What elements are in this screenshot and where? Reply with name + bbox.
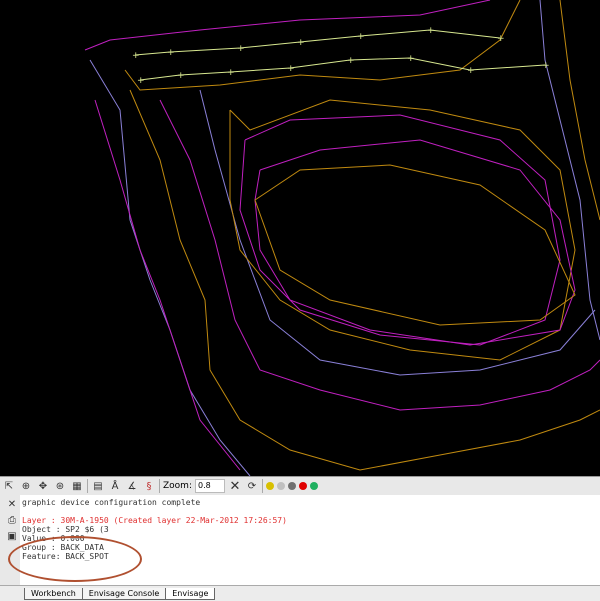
contour-line [159, 99, 600, 411]
clear-icon[interactable]: ✕ [228, 479, 242, 494]
contour-line [94, 99, 241, 471]
pan-icon[interactable]: ⊕ [19, 479, 33, 493]
zoom-input[interactable]: 0.8 [194, 479, 225, 493]
contour-line [199, 89, 596, 376]
zoom-extent-icon[interactable]: ⊛ [53, 479, 67, 493]
zoom-label: Zoom: [163, 481, 192, 491]
console-line: Value : 0.000 [22, 534, 85, 543]
survey-point-marker: + [427, 26, 435, 36]
contour-line [239, 114, 561, 346]
refresh-icon[interactable]: ⟳ [245, 479, 259, 493]
contour-line [254, 164, 576, 326]
survey-point-marker: + [357, 32, 365, 42]
survey-point-marker: + [347, 56, 355, 66]
survey-point-marker: + [137, 76, 145, 86]
survey-point-marker: + [542, 61, 550, 71]
contour-line [129, 89, 600, 471]
contour-line [539, 0, 600, 341]
survey-point-marker: + [237, 44, 245, 54]
map-viewport[interactable]: + + + + + + + + + + + + + + + [0, 0, 600, 476]
contour-line [559, 0, 600, 221]
red-status-button[interactable] [298, 482, 307, 490]
console-side-toolbar: ✕ ⎙ ▣ [0, 495, 20, 585]
survey-point-marker: + [167, 48, 175, 58]
survey-point-marker: + [227, 68, 235, 78]
survey-point-marker: + [467, 66, 475, 76]
save-icon[interactable]: ▣ [5, 529, 19, 543]
survey-line [134, 29, 501, 56]
grid-icon[interactable]: ▦ [70, 479, 84, 493]
survey-point-marker: + [132, 51, 140, 61]
survey-point-marker: + [287, 64, 295, 74]
select-icon[interactable]: ⇱ [2, 479, 16, 493]
console-line: Group : BACK_DATA [22, 543, 104, 552]
toolbar: ⇱ ⊕ ✥ ⊛ ▦ ▤ Å ∡ § Zoom: 0.8 ✕ ⟳ [0, 476, 600, 495]
close-icon[interactable]: ✕ [5, 497, 19, 511]
console-line: graphic device configuration complete [22, 498, 201, 507]
console-line: Feature: BACK_SPOT [22, 552, 109, 561]
console-output: graphic device configuration complete La… [20, 495, 600, 585]
light-grey-status-button[interactable] [276, 482, 285, 490]
angle-icon[interactable]: ∡ [125, 479, 139, 493]
survey-point-marker: + [497, 34, 505, 44]
tab-bar: Workbench Envisage Console Envisage [0, 585, 600, 601]
yellow-status-button[interactable] [265, 482, 274, 490]
console-line: Object : SP2 $6 (3 [22, 525, 109, 534]
tab-envisage[interactable]: Envisage [165, 587, 216, 600]
contour-line [84, 0, 491, 51]
console-line: Layer : 30M-A-1950 (Created layer 22-Mar… [22, 516, 287, 525]
contour-icon[interactable]: § [142, 479, 156, 493]
survey-line [139, 57, 546, 81]
contour-line [89, 59, 251, 476]
survey-point-marker: + [177, 71, 185, 81]
tab-workbench[interactable]: Workbench [24, 587, 83, 600]
move-icon[interactable]: ✥ [36, 479, 50, 493]
plot-icon[interactable]: ▤ [91, 479, 105, 493]
survey-point-marker: + [297, 38, 305, 48]
green-status-button[interactable] [309, 482, 318, 490]
dark-grey-status-button[interactable] [287, 482, 296, 490]
north-arrow-icon[interactable]: Å [108, 479, 122, 493]
print-icon[interactable]: ⎙ [5, 513, 19, 527]
tab-envisage-console[interactable]: Envisage Console [81, 587, 167, 600]
survey-point-marker: + [407, 54, 415, 64]
